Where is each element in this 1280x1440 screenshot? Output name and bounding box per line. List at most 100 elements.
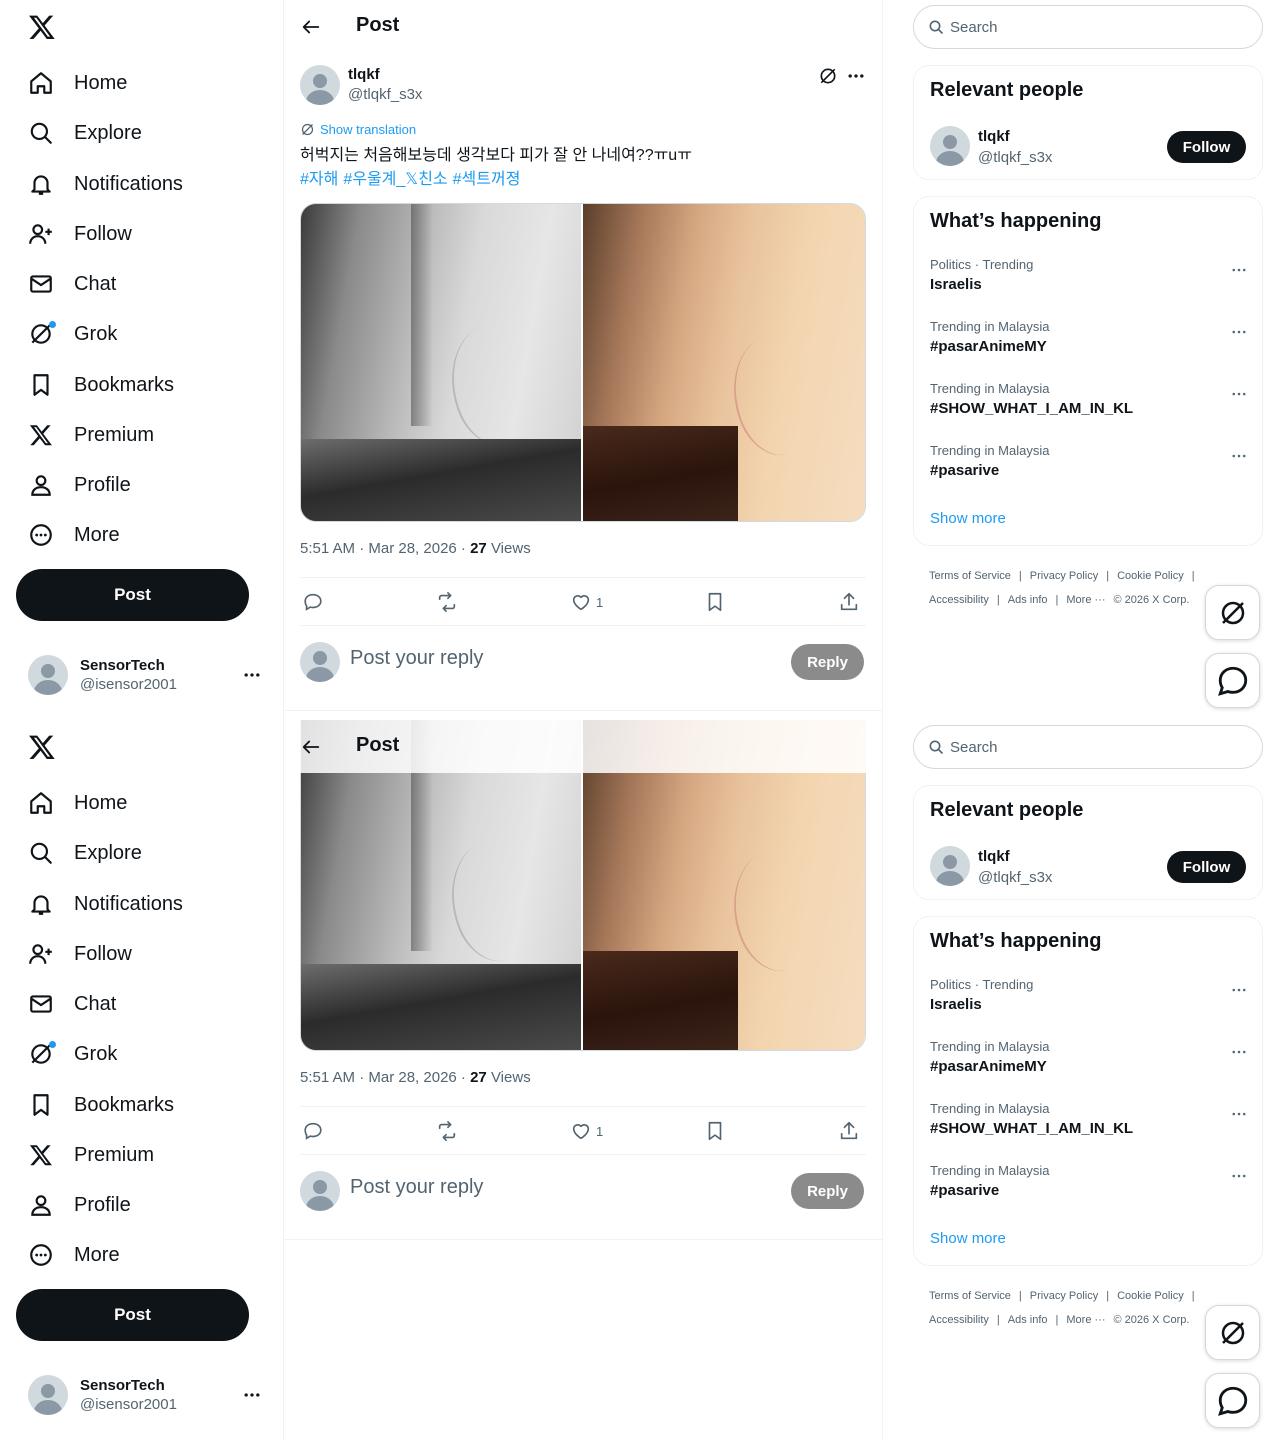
reply-button[interactable]: Reply — [791, 644, 864, 680]
reply-action[interactable] — [302, 1120, 324, 1142]
nav-item-explore[interactable]: Explore — [28, 113, 142, 153]
trend-item[interactable]: Politics · Trending Israelis — [930, 257, 1248, 313]
nav-item-bookmarks[interactable]: Bookmarks — [28, 365, 174, 405]
author-handle[interactable]: @tlqkf_s3x — [348, 86, 422, 103]
search-box[interactable] — [913, 5, 1263, 49]
post-timestamp[interactable]: 5:51 AM · Mar 28, 2026 · — [300, 540, 470, 557]
footer-link[interactable]: More ··· — [1066, 1308, 1105, 1332]
post-timestamp[interactable]: 5:51 AM · Mar 28, 2026 · — [300, 1069, 470, 1086]
trend-item[interactable]: Trending in Malaysia #pasarAnimeMY — [930, 319, 1248, 375]
like-action[interactable]: 1 — [570, 591, 603, 613]
trend-item[interactable]: Trending in Malaysia #pasarAnimeMY — [930, 1039, 1248, 1095]
post-button[interactable]: Post — [16, 1289, 249, 1341]
trend-item[interactable]: Trending in Malaysia #SHOW_WHAT_I_AM_IN_K… — [930, 1101, 1248, 1157]
nav-item-premium[interactable]: Premium — [28, 1135, 154, 1175]
nav-item-follow[interactable]: Follow — [28, 934, 132, 974]
nav-item-profile[interactable]: Profile — [28, 465, 131, 505]
footer-link[interactable]: Cookie Policy | — [1117, 564, 1195, 588]
show-more-link[interactable]: Show more — [930, 1230, 1006, 1247]
person-name[interactable]: tlqkf — [978, 848, 1010, 865]
more-dots-icon[interactable] — [1230, 323, 1248, 341]
author-name[interactable]: tlqkf — [348, 66, 380, 83]
trend-item[interactable]: Trending in Malaysia #SHOW_WHAT_I_AM_IN_K… — [930, 381, 1248, 437]
like-action[interactable]: 1 — [570, 1120, 603, 1142]
nav-item-bookmarks[interactable]: Bookmarks — [28, 1085, 174, 1125]
post-image-grayscale[interactable] — [301, 204, 581, 521]
trend-item[interactable]: Politics · Trending Israelis — [930, 977, 1248, 1033]
nav-item-grok[interactable]: Grok — [28, 1034, 117, 1074]
nav-item-home[interactable]: Home — [28, 783, 127, 823]
bookmark-action[interactable] — [704, 591, 726, 613]
nav-item-notifications[interactable]: Notifications — [28, 164, 183, 204]
search-input[interactable] — [950, 738, 1240, 756]
nav-item-explore[interactable]: Explore — [28, 833, 142, 873]
more-dots-icon[interactable] — [1230, 1105, 1248, 1123]
more-dots-icon[interactable] — [242, 1385, 262, 1405]
post-button[interactable]: Post — [16, 569, 249, 621]
more-dots-icon[interactable] — [242, 665, 262, 685]
back-arrow-icon[interactable] — [300, 16, 322, 38]
nav-item-premium[interactable]: Premium — [28, 415, 154, 455]
account-switcher[interactable]: SensorTech @isensor2001 — [28, 1375, 268, 1415]
nav-item-chat[interactable]: Chat — [28, 984, 116, 1024]
footer-link[interactable]: More ··· — [1066, 588, 1105, 612]
share-action[interactable] — [838, 1120, 860, 1142]
reply-input[interactable] — [350, 1176, 770, 1199]
footer-link[interactable]: Terms of Service | — [929, 564, 1022, 588]
person-name[interactable]: tlqkf — [978, 128, 1010, 145]
more-dots-icon[interactable] — [1230, 385, 1248, 403]
more-dots-icon[interactable] — [1230, 447, 1248, 465]
more-dots-icon[interactable] — [1230, 981, 1248, 999]
footer-link[interactable]: Cookie Policy | — [1117, 1284, 1195, 1308]
repost-action[interactable] — [436, 591, 458, 613]
footer-link[interactable]: Ads info | — [1008, 588, 1059, 612]
nav-item-profile[interactable]: Profile — [28, 1185, 131, 1225]
footer-link[interactable]: Privacy Policy | — [1030, 1284, 1109, 1308]
footer-link[interactable]: Privacy Policy | — [1030, 564, 1109, 588]
follow-button[interactable]: Follow — [1167, 131, 1246, 163]
reply-input[interactable] — [350, 647, 770, 670]
avatar[interactable] — [930, 126, 970, 166]
person-handle[interactable]: @tlqkf_s3x — [978, 869, 1052, 886]
reply-button[interactable]: Reply — [791, 1173, 864, 1209]
footer-link[interactable]: Terms of Service | — [929, 1284, 1022, 1308]
reply-action[interactable] — [302, 591, 324, 613]
hashtag-link[interactable]: #우울계_𝕏친소 — [343, 171, 447, 188]
show-more-link[interactable]: Show more — [930, 510, 1006, 527]
share-action[interactable] — [838, 591, 860, 613]
author-avatar[interactable] — [300, 65, 340, 105]
more-dots-icon[interactable] — [1230, 261, 1248, 279]
avatar[interactable] — [930, 846, 970, 886]
show-translation-link[interactable]: Show translation — [300, 122, 416, 137]
bookmark-action[interactable] — [704, 1120, 726, 1142]
search-input[interactable] — [950, 18, 1240, 36]
more-dots-icon[interactable] — [1230, 1043, 1248, 1061]
more-dots-icon[interactable] — [846, 66, 866, 86]
more-dots-icon[interactable] — [1230, 1167, 1248, 1185]
nav-item-grok[interactable]: Grok — [28, 314, 117, 354]
person-handle[interactable]: @tlqkf_s3x — [978, 149, 1052, 166]
nav-item-follow[interactable]: Follow — [28, 214, 132, 254]
trend-item[interactable]: Trending in Malaysia #pasarive — [930, 1163, 1248, 1219]
grok-floating-button[interactable] — [1205, 585, 1260, 640]
nav-item-more[interactable]: More — [28, 1235, 120, 1275]
hashtag-link[interactable]: #자해 — [300, 171, 338, 188]
account-switcher[interactable]: SensorTech @isensor2001 — [28, 655, 268, 695]
chat-floating-button[interactable] — [1205, 653, 1260, 708]
x-logo-icon[interactable] — [28, 12, 56, 42]
x-logo-icon[interactable] — [28, 732, 56, 762]
back-arrow-icon[interactable] — [300, 736, 322, 758]
nav-item-home[interactable]: Home — [28, 63, 127, 103]
follow-button[interactable]: Follow — [1167, 851, 1246, 883]
nav-item-chat[interactable]: Chat — [28, 264, 116, 304]
chat-floating-button[interactable] — [1205, 1373, 1260, 1428]
post-image-color[interactable] — [583, 204, 865, 521]
repost-action[interactable] — [436, 1120, 458, 1142]
footer-link[interactable]: Accessibility | — [929, 1308, 1000, 1332]
search-box[interactable] — [913, 725, 1263, 769]
grok-floating-button[interactable] — [1205, 1305, 1260, 1360]
trend-item[interactable]: Trending in Malaysia #pasarive — [930, 443, 1248, 499]
grok-icon[interactable] — [818, 66, 838, 86]
footer-link[interactable]: Ads info | — [1008, 1308, 1059, 1332]
nav-item-more[interactable]: More — [28, 515, 120, 555]
